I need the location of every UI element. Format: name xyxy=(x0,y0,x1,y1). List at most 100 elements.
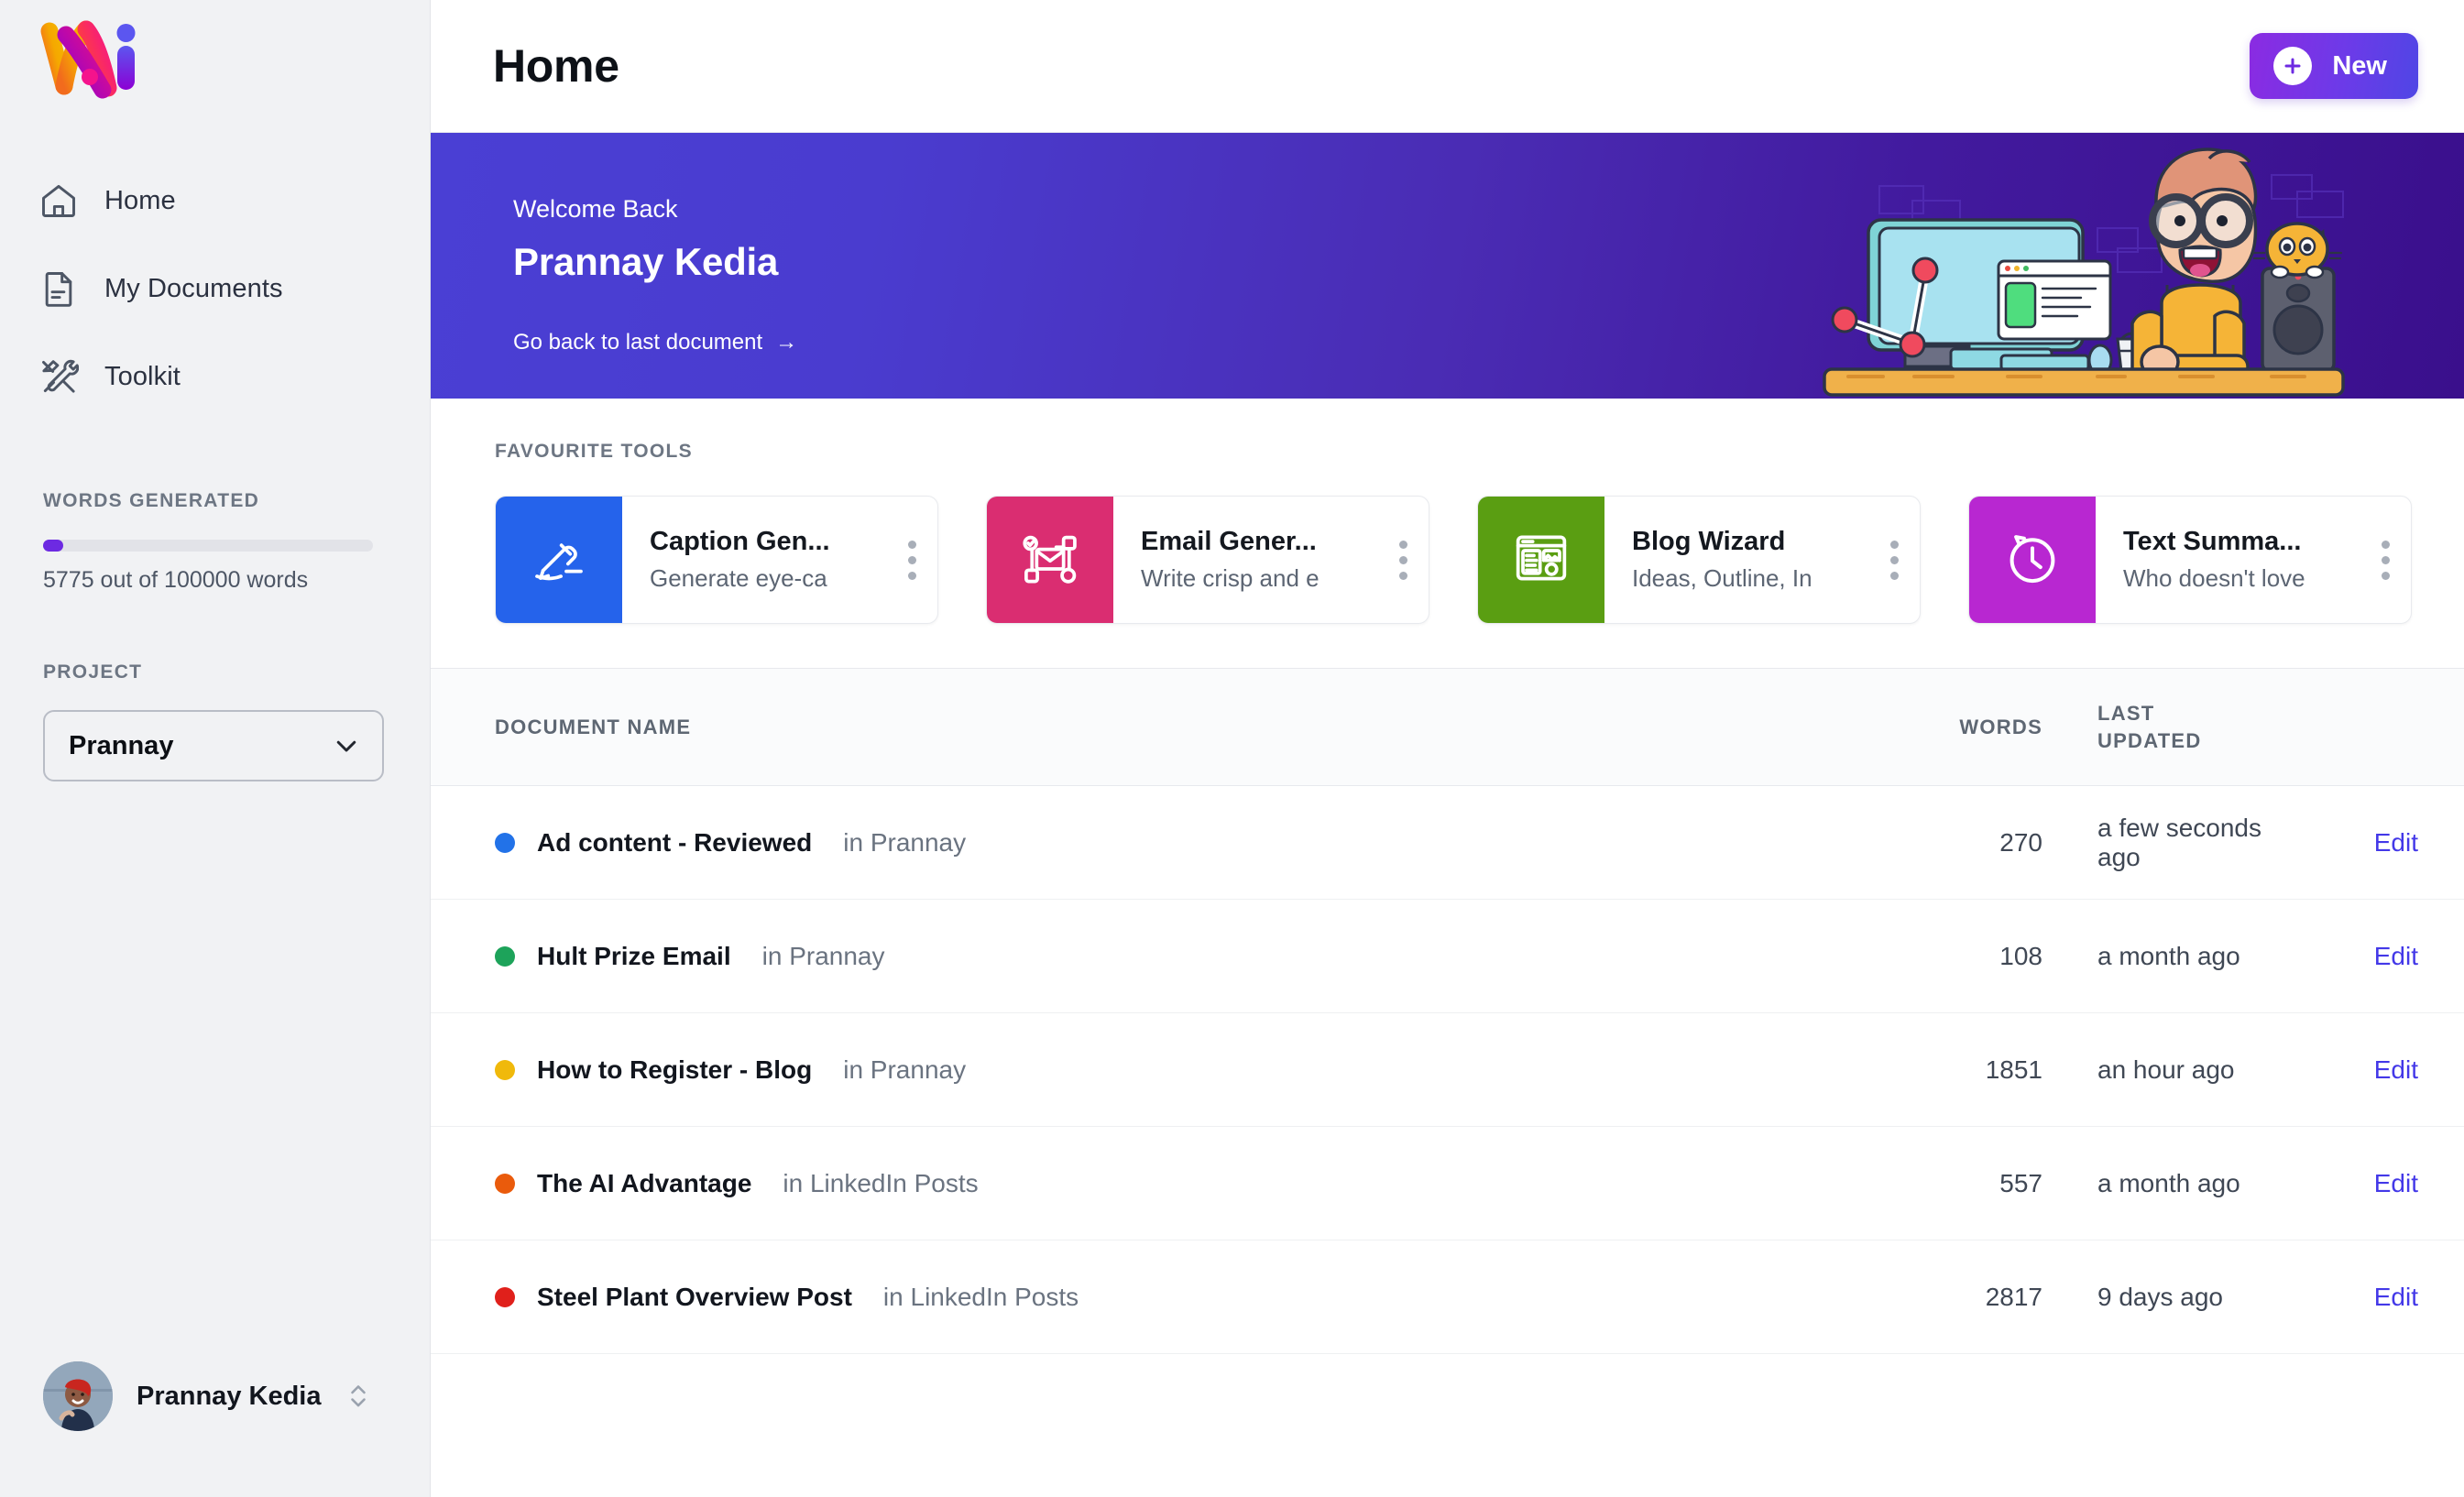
new-button[interactable]: New xyxy=(2250,33,2418,99)
document-name-cell: The AI Advantage in LinkedIn Posts xyxy=(495,1169,1878,1198)
sidebar-nav: Home My Documents Toolkit xyxy=(0,157,430,421)
go-back-to-last-document-link[interactable]: Go back to last document → xyxy=(513,330,797,355)
table-row[interactable]: The AI Advantage in LinkedIn Posts 557 a… xyxy=(431,1127,2464,1240)
tool-icon-background xyxy=(1478,497,1604,623)
tools-icon xyxy=(38,356,79,397)
document-title: Steel Plant Overview Post xyxy=(537,1282,852,1311)
tool-options-menu-button[interactable] xyxy=(2360,497,2411,623)
table-row[interactable]: Hult Prize Email in Prannay 108 a month … xyxy=(431,900,2464,1013)
tool-card-blog-wizard[interactable]: Blog Wizard Ideas, Outline, In xyxy=(1477,496,1921,624)
column-header-document-name: DOCUMENT NAME xyxy=(495,715,692,738)
project-select[interactable]: Prannay xyxy=(43,710,384,781)
status-dot-icon xyxy=(495,1173,515,1194)
avatar xyxy=(43,1361,113,1431)
column-header-last-updated: LAST UPDATED xyxy=(2042,700,2308,753)
tool-title: Text Summa... xyxy=(2123,527,2302,556)
tool-title: Email Gener... xyxy=(1141,527,1317,556)
sidebar-item-toolkit[interactable]: Toolkit xyxy=(0,333,430,421)
plus-icon xyxy=(2273,47,2313,85)
up-down-chevron-icon[interactable] xyxy=(346,1381,370,1412)
document-name-cell: Ad content - Reviewed in Prannay xyxy=(495,828,1878,858)
document-name-cell: How to Register - Blog in Prannay xyxy=(495,1055,1878,1085)
go-back-link-label: Go back to last document xyxy=(513,330,763,355)
edit-link[interactable]: Edit xyxy=(2308,1283,2418,1312)
table-row[interactable]: Steel Plant Overview Post in LinkedIn Po… xyxy=(431,1240,2464,1354)
project-heading: PROJECT xyxy=(43,661,143,683)
sidebar-item-my-documents[interactable]: My Documents xyxy=(0,245,430,333)
document-title: Hult Prize Email xyxy=(537,941,731,970)
tool-title: Blog Wizard xyxy=(1632,527,1786,556)
document-name-cell: Steel Plant Overview Post in LinkedIn Po… xyxy=(495,1283,1878,1312)
document-words: 2817 xyxy=(1985,1282,2042,1311)
tool-card-body: Caption Gen... Generate eye-ca xyxy=(622,527,886,593)
column-header-words: WORDS xyxy=(1959,715,2042,738)
document-project: in LinkedIn Posts xyxy=(783,1168,979,1197)
tool-card-email-generator[interactable]: Email Gener... Write crisp and e xyxy=(986,496,1429,624)
sidebar-item-label: My Documents xyxy=(104,273,283,303)
tool-subtitle: Write crisp and e xyxy=(1141,564,1320,592)
blog-layout-icon xyxy=(1512,529,1571,592)
document-last-updated: a few seconds ago xyxy=(2097,813,2261,871)
tool-card-caption-generator[interactable]: Caption Gen... Generate eye-ca xyxy=(495,496,938,624)
document-project: in Prannay xyxy=(843,827,967,857)
document-icon xyxy=(38,268,79,309)
email-flow-icon xyxy=(1021,529,1079,592)
tool-options-menu-button[interactable] xyxy=(886,497,937,623)
welcome-banner: Welcome Back Prannay Kedia Go back to la… xyxy=(431,133,2464,399)
tool-card-body: Text Summa... Who doesn't love xyxy=(2096,527,2360,593)
edit-link[interactable]: Edit xyxy=(2308,828,2418,858)
column-header-last-updated-line1: LAST xyxy=(2097,702,2155,726)
tool-subtitle: Who doesn't love xyxy=(2123,564,2305,592)
sidebar: Home My Documents Toolkit WORDS GENERATE… xyxy=(0,0,431,1497)
arrow-right-icon: → xyxy=(775,330,798,355)
tool-subtitle: Generate eye-ca xyxy=(650,564,827,592)
document-words: 1851 xyxy=(1985,1054,2042,1084)
words-generated-heading: WORDS GENERATED xyxy=(43,490,260,511)
pen-writing-icon xyxy=(530,529,588,592)
document-project: in Prannay xyxy=(843,1054,967,1084)
edit-link[interactable]: Edit xyxy=(2308,1169,2418,1198)
logo-container[interactable] xyxy=(0,0,430,151)
column-header-last-updated-line2: UPDATED xyxy=(2097,728,2202,752)
favourite-tools-section: FAVOURITE TOOLS Caption Gen... Generate … xyxy=(431,399,2464,669)
words-generated-text: 5775 out of 100000 words xyxy=(43,567,309,593)
home-icon xyxy=(38,180,79,221)
table-row[interactable]: Ad content - Reviewed in Prannay 270 a f… xyxy=(431,786,2464,900)
edit-link[interactable]: Edit xyxy=(2308,942,2418,971)
document-title: How to Register - Blog xyxy=(537,1054,813,1084)
page-title: Home xyxy=(493,40,619,92)
sidebar-item-home[interactable]: Home xyxy=(0,157,430,245)
document-name-cell: Hult Prize Email in Prannay xyxy=(495,942,1878,971)
illustration-svg xyxy=(1823,148,2345,397)
favourite-tools-list: Caption Gen... Generate eye-ca Email Gen… xyxy=(495,496,2464,624)
document-last-updated: an hour ago xyxy=(2097,1054,2235,1084)
welcome-greeting: Welcome Back xyxy=(513,195,678,223)
table-row[interactable]: How to Register - Blog in Prannay 1851 a… xyxy=(431,1013,2464,1127)
main-content: Home New Welcome Back Prannay Kedia Go b… xyxy=(431,0,2464,1497)
tool-card-body: Email Gener... Write crisp and e xyxy=(1113,527,1377,593)
user-name: Prannay Kedia xyxy=(137,1381,322,1411)
tool-subtitle: Ideas, Outline, In xyxy=(1632,564,1812,592)
document-last-updated: a month ago xyxy=(2097,1168,2240,1197)
tool-icon-background xyxy=(496,497,622,623)
tool-options-menu-button[interactable] xyxy=(1868,497,1920,623)
documents-table-body: Ad content - Reviewed in Prannay 270 a f… xyxy=(431,786,2464,1354)
document-words: 270 xyxy=(1999,827,2042,857)
chevron-down-icon xyxy=(333,732,360,759)
tool-options-menu-button[interactable] xyxy=(1377,497,1429,623)
documents-table-header: DOCUMENT NAME WORDS LAST UPDATED xyxy=(431,669,2464,786)
sidebar-item-label: Toolkit xyxy=(104,361,181,391)
edit-link[interactable]: Edit xyxy=(2308,1055,2418,1085)
document-words: 108 xyxy=(1999,941,2042,970)
tool-card-text-summarizer[interactable]: Text Summa... Who doesn't love xyxy=(1968,496,2412,624)
project-section: PROJECT Prannay xyxy=(0,594,430,781)
document-project: in Prannay xyxy=(761,941,885,970)
document-last-updated: a month ago xyxy=(2097,941,2240,970)
tool-title: Caption Gen... xyxy=(650,527,830,556)
sidebar-item-label: Home xyxy=(104,185,176,215)
welcome-user-name: Prannay Kedia xyxy=(513,240,779,283)
words-generated-section: WORDS GENERATED 5775 out of 100000 words xyxy=(0,421,430,594)
user-profile[interactable]: Prannay Kedia xyxy=(43,1361,370,1431)
workspace-illustration xyxy=(1795,133,2382,399)
app-root: Home My Documents Toolkit WORDS GENERATE… xyxy=(0,0,2464,1497)
